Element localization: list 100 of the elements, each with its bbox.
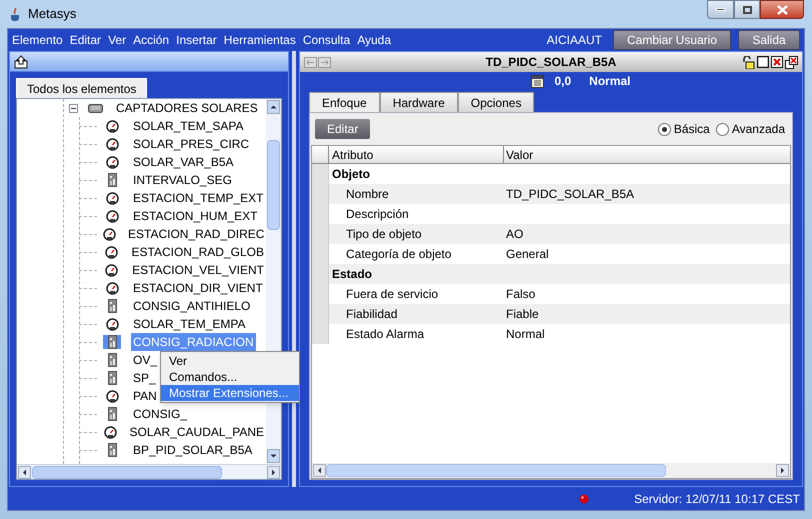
scroll-right-icon[interactable] <box>776 464 789 477</box>
forward-icon[interactable] <box>318 56 331 68</box>
scroll-right-icon[interactable] <box>267 466 280 478</box>
scroll-thumb[interactable] <box>267 140 280 230</box>
device-icon <box>108 443 116 457</box>
attribute-value: Fiable <box>505 306 540 323</box>
radio-button[interactable] <box>716 122 729 136</box>
scroll-thumb[interactable] <box>326 464 666 477</box>
tree-item[interactable]: ESTACION_RAD_DIREC <box>126 225 266 243</box>
tab[interactable]: Enfoque <box>309 92 380 112</box>
gauge-icon <box>106 120 118 132</box>
tree-item[interactable]: OV_ <box>131 351 160 369</box>
edit-button[interactable]: Editar <box>315 119 370 139</box>
attribute-value: TD_PIDC_SOLAR_B5A <box>505 186 636 203</box>
menu-item[interactable]: Ver <box>108 31 126 49</box>
attribute-name: Descripción <box>345 206 410 223</box>
device-icon <box>108 299 116 313</box>
controller-icon <box>88 104 102 112</box>
tree-item[interactable]: CONSIG_ANTIHIELO <box>131 297 252 315</box>
status-text: Normal <box>589 73 631 90</box>
collapse-toggle[interactable] <box>69 104 78 112</box>
user-name: AICIAAUT <box>546 32 602 49</box>
close-all-icon[interactable] <box>785 56 798 68</box>
radio-label: Básica <box>674 121 710 138</box>
tree-item[interactable]: INTERVALO_SEG <box>131 171 234 189</box>
attribute-name: Estado Alarma <box>345 326 426 343</box>
tree-item[interactable]: SOLAR_PRES_CIRC <box>131 135 252 153</box>
tree-item[interactable]: PAN <box>131 387 159 405</box>
device-icon <box>108 173 116 187</box>
tree-item[interactable]: CONSIG_ <box>131 405 190 423</box>
tree-item[interactable]: SOLAR_VAR_B5A <box>131 153 236 171</box>
toolbar-button[interactable]: Cambiar Usuario <box>613 30 731 50</box>
gauge-icon <box>105 264 118 276</box>
up-folder-icon[interactable] <box>14 54 28 68</box>
menu-item[interactable]: Ver <box>161 353 299 369</box>
tab[interactable]: Hardware <box>380 92 458 112</box>
horizontal-scrollbar[interactable] <box>17 464 281 479</box>
back-icon[interactable] <box>304 56 317 68</box>
tree-item[interactable]: SOLAR_CAUDAL_PANE <box>128 423 266 441</box>
group-label: Objeto <box>331 166 371 183</box>
gauge-icon <box>106 192 118 204</box>
gauge-icon <box>104 426 117 438</box>
device-icon <box>108 335 116 349</box>
tree-item[interactable]: ESTACION_HUM_EXT <box>131 207 260 225</box>
column-header[interactable]: Valor <box>504 146 790 163</box>
present-value: 0,0 <box>554 73 572 90</box>
group-label: Estado <box>331 266 374 283</box>
device-icon <box>108 371 116 385</box>
menu-item[interactable]: Elemento <box>12 31 63 49</box>
menu-item[interactable]: Insertar <box>176 31 217 49</box>
column-header[interactable]: Atributo <box>329 146 504 163</box>
tree-tab[interactable]: Todos los elementos <box>16 78 148 98</box>
gauge-icon <box>106 156 118 168</box>
menu-item[interactable]: Acción <box>133 31 170 49</box>
tree-item[interactable]: BP_PID_SOLAR_B5A <box>131 441 254 459</box>
attribute-value: Normal <box>505 326 546 343</box>
maximize-icon[interactable] <box>757 56 769 68</box>
menu-item[interactable]: Herramientas <box>224 31 296 49</box>
window-title: Metasys <box>28 5 76 24</box>
scroll-thumb[interactable] <box>32 466 222 478</box>
scroll-up-icon[interactable] <box>267 100 280 114</box>
menu-item[interactable]: Comandos... <box>161 369 299 385</box>
maximize-button[interactable] <box>734 0 760 19</box>
server-time: Servidor: 12/07/11 10:17 CEST <box>634 491 800 508</box>
scroll-down-icon[interactable] <box>267 449 280 463</box>
tree-item[interactable]: ESTACION_DIR_VIENT <box>131 279 265 297</box>
close-icon <box>776 4 788 14</box>
tree-item[interactable]: SP_ <box>131 369 158 387</box>
radio-label: Avanzada <box>732 121 785 138</box>
tab[interactable]: Opciones <box>458 92 534 112</box>
menu-item[interactable]: Editar <box>70 31 102 49</box>
toolbar-button[interactable]: Salida <box>738 30 800 50</box>
tree-item[interactable]: SOLAR_TEM_EMPA <box>131 315 248 333</box>
close-button[interactable] <box>760 0 804 19</box>
device-icon <box>108 407 116 421</box>
tree-item[interactable]: SOLAR_TEM_SAPA <box>131 117 246 135</box>
menu-item[interactable]: Mostrar Extensiones... <box>161 385 299 401</box>
scroll-left-icon[interactable] <box>18 466 31 478</box>
attribute-value: Falso <box>505 286 536 303</box>
scroll-left-icon[interactable] <box>313 464 326 477</box>
menu-item[interactable]: Ayuda <box>357 31 392 49</box>
minimize-button[interactable] <box>707 0 734 19</box>
attribute-value: General <box>505 246 550 263</box>
gauge-icon <box>106 390 118 402</box>
attribute-value: AO <box>505 226 524 243</box>
horizontal-scrollbar[interactable] <box>312 463 790 478</box>
menu-item[interactable]: Consulta <box>302 31 350 49</box>
attribute-name: Nombre <box>345 186 390 203</box>
tree-item[interactable]: ESTACION_VEL_VIENT <box>130 261 266 279</box>
tree-item[interactable]: ESTACION_RAD_GLOB <box>130 243 266 261</box>
close-icon[interactable] <box>771 56 783 68</box>
gauge-icon <box>106 318 118 330</box>
attribute-name: Tipo de objeto <box>345 226 423 243</box>
tree-item[interactable]: CAPTADORES SOLARES <box>114 99 260 117</box>
gauge-icon <box>106 210 118 222</box>
gauge-icon <box>104 246 118 258</box>
attribute-name: Fuera de servicio <box>345 286 440 303</box>
radio-button[interactable] <box>658 122 671 136</box>
lock-icon[interactable] <box>742 56 755 68</box>
tree-item[interactable]: ESTACION_TEMP_EXT <box>131 189 266 207</box>
